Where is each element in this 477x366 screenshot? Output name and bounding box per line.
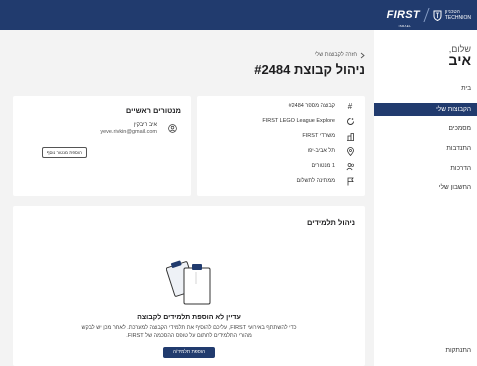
- technion-shield-icon: [433, 10, 442, 21]
- info-row-city: תל אביב-יפו: [197, 145, 365, 157]
- page-title: ניהול קבוצת #2484: [254, 62, 365, 77]
- mentors-card: מנטורים ראשיים איב ריבקין yeve.rivkin@gm…: [13, 96, 191, 196]
- empty-state-title: עדיין לא הוספת תלמידים לקבוצה: [137, 314, 241, 321]
- program-icon: [345, 116, 355, 126]
- flag-icon: [345, 176, 355, 186]
- breadcrumb[interactable]: חזרה לקבוצות שלי: [315, 52, 365, 59]
- first-logo[interactable]: FIRST ISRAEL: [387, 10, 420, 29]
- building-icon: [345, 131, 355, 141]
- sidebar: [374, 30, 477, 366]
- sidebar-item-my-account[interactable]: החשבון שלי: [374, 181, 477, 194]
- chevron-right-icon: [360, 52, 365, 59]
- sidebar-item-documents[interactable]: מסמכים: [374, 122, 477, 135]
- mentor-name: איב ריבקין: [133, 122, 157, 128]
- brand-logos: FIRST ISRAEL הטכניון TECHNION: [387, 6, 471, 29]
- sidebar-item-home[interactable]: בית: [374, 82, 477, 95]
- empty-state-description: כדי להשתתף באירועי FIRST, עליכם להוסיף א…: [81, 325, 297, 339]
- info-row-organization: משרדי FIRST: [197, 130, 365, 142]
- user-circle-icon: [168, 124, 177, 133]
- info-row-mentors: 1 מנטורים: [197, 160, 365, 172]
- add-student-button[interactable]: הוספת תלמיד/ה: [163, 347, 215, 358]
- technion-logo: הטכניון TECHNION: [433, 9, 471, 21]
- info-row-program: FIRST LEGO League Explore: [197, 115, 365, 127]
- users-icon: [345, 161, 355, 171]
- students-title: ניהול תלמידים: [306, 218, 355, 227]
- breadcrumb-label: חזרה לקבוצות שלי: [314, 52, 357, 58]
- team-info-card: # קבוצה מספר #2484 FIRST LEGO League Exp…: [197, 96, 365, 196]
- logout-link[interactable]: התנתקות: [445, 347, 471, 354]
- sidebar-item-volunteering[interactable]: התנדבות: [374, 142, 477, 155]
- location-pin-icon: [345, 146, 355, 156]
- add-mentor-button[interactable]: הוספת מנטור נוסף: [41, 147, 87, 158]
- sidebar-item-trainings[interactable]: הדרכות: [374, 162, 477, 175]
- info-row-team-number: # קבוצה מספר #2484: [197, 100, 365, 112]
- clipboard-illustration-icon: [166, 260, 211, 305]
- students-card: ניהול תלמידים עדיין לא הוספת תלמידים לקב…: [13, 206, 365, 366]
- brand-divider: [423, 8, 430, 22]
- top-bar: FIRST ISRAEL הטכניון TECHNION: [0, 0, 477, 30]
- info-row-status: ממתינה לתשלום: [197, 175, 365, 187]
- mentor-email: yeve.rivkin@gmail.com: [100, 129, 157, 135]
- hash-icon: #: [347, 101, 353, 111]
- sidebar-item-my-teams[interactable]: הקבוצות שלי: [374, 103, 477, 116]
- user-name: איב: [448, 52, 471, 68]
- mentors-title: מנטורים ראשיים: [125, 106, 181, 115]
- technion-en: TECHNION: [444, 15, 471, 21]
